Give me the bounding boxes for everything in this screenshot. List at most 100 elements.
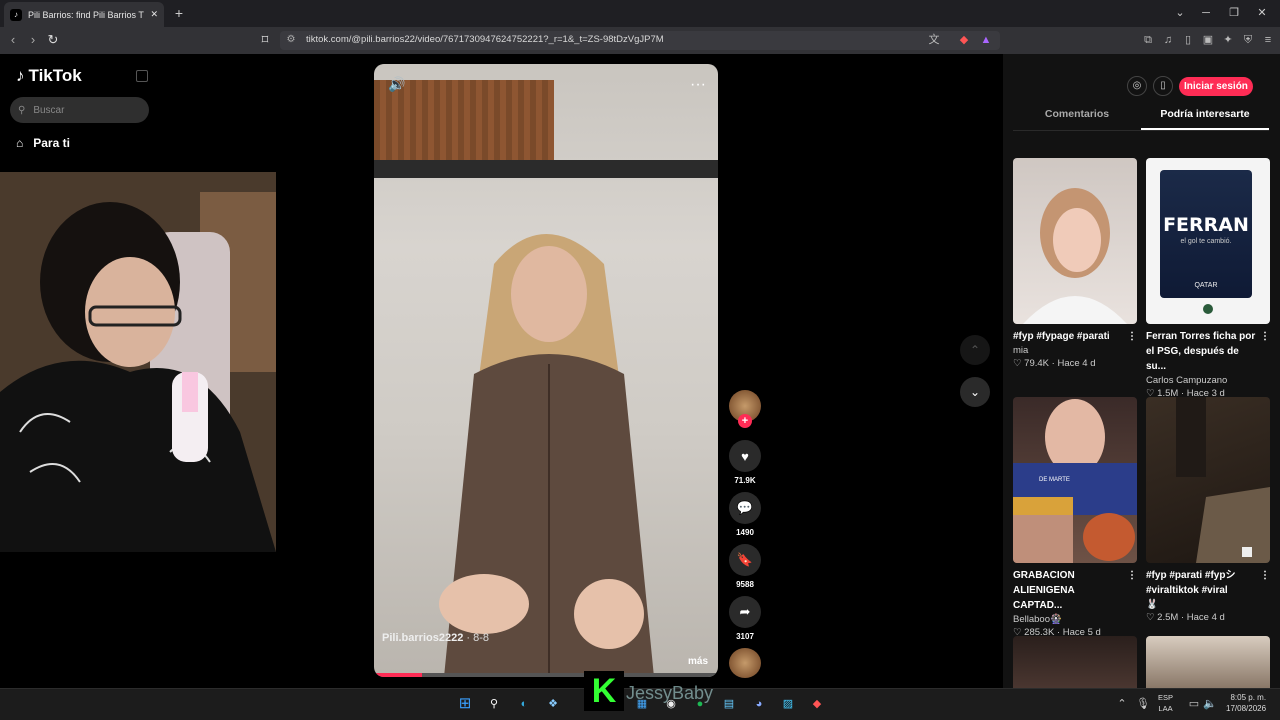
share-action[interactable]: ➦ 3107 xyxy=(729,596,761,641)
url-text[interactable]: tiktok.com/@pili.barrios22/video/7671730… xyxy=(306,34,664,45)
windows-start-icon[interactable]: ⊞ xyxy=(455,694,475,714)
comment-icon[interactable]: 💬 xyxy=(729,492,761,524)
tab-list-icon[interactable]: ⌄ xyxy=(1170,4,1190,22)
nav-para-ti[interactable]: ⌂ Para ti xyxy=(16,136,70,150)
video-card-partial[interactable] xyxy=(1146,636,1270,688)
microphone-icon[interactable]: 🎙 xyxy=(1133,694,1153,714)
system-clock[interactable]: 8:05 p. m. 17/08/2026 xyxy=(1226,692,1266,714)
tiktok-favicon-icon: ♪ xyxy=(10,8,22,21)
video-progress-bar[interactable] xyxy=(374,673,718,677)
more-caption-button[interactable]: más xyxy=(688,656,708,667)
photos-icon[interactable]: ▨ xyxy=(778,694,798,714)
notes-icon[interactable]: ▤ xyxy=(719,694,739,714)
like-action[interactable]: ♥ 71.9K xyxy=(729,440,761,485)
card-menu-icon[interactable]: ⋮ xyxy=(1260,329,1270,374)
reload-icon[interactable]: ↻ xyxy=(44,31,62,49)
maximize-button[interactable]: ❐ xyxy=(1224,4,1244,22)
video-card[interactable]: DE MARTE GRABACION ALIENIGENA CAPTAD... ⋮… xyxy=(1013,397,1137,638)
card-author[interactable]: Carlos Campuzano xyxy=(1146,375,1270,386)
card-author[interactable]: mia xyxy=(1013,345,1137,356)
more-options-icon[interactable]: ··· xyxy=(690,76,706,94)
video-card[interactable]: FERRAN el gol te cambió. QATAR Ferran To… xyxy=(1146,158,1270,399)
vpn-icon[interactable]: ⛨ xyxy=(1240,32,1256,48)
comment-count: 1490 xyxy=(736,528,754,537)
sidebar-icon[interactable]: ▯ xyxy=(1180,32,1196,48)
tab-podria-interesarte[interactable]: Podría interesarte xyxy=(1141,108,1269,130)
video-card-partial[interactable] xyxy=(1013,636,1137,688)
video-card[interactable]: #fyp #parati #fypシ #viraltiktok #viral ⋮ … xyxy=(1146,397,1270,623)
comment-action[interactable]: 💬 1490 xyxy=(729,492,761,537)
video-scene-beam xyxy=(374,160,718,178)
tab-comentarios[interactable]: Comentarios xyxy=(1013,108,1141,130)
save-action[interactable]: 🔖 9588 xyxy=(729,544,761,589)
video-author[interactable]: Pili.barrios2222 · 8-8 xyxy=(382,632,489,644)
tab-divider xyxy=(1013,130,1269,131)
thumbnail-image xyxy=(1023,188,1127,324)
panel-tabs: Comentarios Podría interesarte xyxy=(1013,108,1269,130)
video-thumbnail[interactable] xyxy=(1146,397,1270,563)
card-meta: ♡ 79.4K · Hace 4 d xyxy=(1013,358,1096,369)
bookmark-icon[interactable]: ⌑ xyxy=(256,31,274,49)
thumbnail-heading: FERRAN xyxy=(1163,214,1249,236)
back-icon[interactable]: ‹ xyxy=(4,31,22,49)
thumbnail-subtitle: el gol te cambió. xyxy=(1180,238,1232,245)
leo-icon[interactable]: ✦ xyxy=(1220,32,1236,48)
widgets-icon[interactable]: ❖ xyxy=(543,694,563,714)
extensions-icon[interactable]: ⧉ xyxy=(1140,32,1156,48)
edge-icon[interactable]: ◐ xyxy=(514,694,534,714)
discord-icon[interactable]: ◕ xyxy=(749,694,769,714)
heart-icon[interactable]: ♥ xyxy=(729,440,761,472)
wallet-icon[interactable]: ▣ xyxy=(1200,32,1216,48)
video-thumbnail[interactable]: DE MARTE xyxy=(1013,397,1137,563)
language-indicator[interactable]: ESP LAA xyxy=(1158,692,1173,714)
menu-icon[interactable]: ≡ xyxy=(1260,32,1276,48)
collapse-sidebar-icon[interactable] xyxy=(136,70,148,82)
video-thumbnail[interactable] xyxy=(1013,158,1137,324)
previous-video-button[interactable]: ⌃ xyxy=(960,335,990,365)
mobile-icon[interactable]: ▯ xyxy=(1153,76,1173,96)
brave-shield-icon[interactable]: ◆ xyxy=(956,32,972,48)
lang-bottom: LAA xyxy=(1158,704,1173,713)
volume-tray-icon[interactable]: 🔈 xyxy=(1200,694,1220,714)
brave-rewards-icon[interactable]: ▲ xyxy=(978,32,994,48)
card-author[interactable]: Bellaboo🎡 xyxy=(1013,614,1137,625)
brave-taskbar-icon[interactable]: ◆ xyxy=(807,694,827,714)
tiktok-logo[interactable]: ♪ TikTok xyxy=(16,66,82,86)
card-menu-icon[interactable]: ⋮ xyxy=(1260,568,1270,598)
webcam-image xyxy=(0,172,276,552)
close-window-button[interactable]: ✕ xyxy=(1252,4,1272,22)
forward-icon[interactable]: › xyxy=(24,31,42,49)
sound-disc-icon[interactable] xyxy=(729,648,761,678)
compass-icon[interactable]: ◎ xyxy=(1127,76,1147,96)
login-button[interactable]: Iniciar sesión xyxy=(1179,76,1253,96)
tiktok-note-icon: ♪ xyxy=(16,66,25,85)
thumbnail-poster: FERRAN el gol te cambió. QATAR xyxy=(1160,170,1252,298)
video-subject xyxy=(439,234,654,677)
search-input[interactable] xyxy=(33,104,134,116)
follow-plus-icon[interactable]: + xyxy=(738,414,752,428)
streamer-name-overlay: JessyBaby xyxy=(626,683,714,703)
card-menu-icon[interactable]: ⋮ xyxy=(1127,568,1137,613)
nav-para-ti-label: Para ti xyxy=(33,136,70,150)
video-thumbnail[interactable]: FERRAN el gol te cambió. QATAR xyxy=(1146,158,1270,324)
minimize-button[interactable]: ─ xyxy=(1196,4,1216,22)
close-tab-icon[interactable]: ✕ xyxy=(150,9,158,20)
browser-tab[interactable]: ♪ Pili Barrios: find Pili Barrios Ti ✕ xyxy=(4,2,164,27)
video-player[interactable]: 🔊 ··· Pili.barrios2222 · 8-8 más xyxy=(374,64,718,677)
search-taskbar-icon[interactable]: ⚲ xyxy=(484,694,504,714)
new-tab-button[interactable]: + xyxy=(170,4,188,22)
share-icon[interactable]: ➦ xyxy=(729,596,761,628)
clock-time: 8:05 p. m. xyxy=(1230,693,1267,702)
card-menu-icon[interactable]: ⋮ xyxy=(1127,329,1137,344)
card-author[interactable]: 🐰 xyxy=(1146,599,1270,610)
video-card[interactable]: #fyp #fypage #parati ⋮ mia ♡ 79.4K · Hace… xyxy=(1013,158,1137,369)
tray-chevron-icon[interactable]: ⌃ xyxy=(1112,694,1132,714)
search-bar[interactable]: ⚲ xyxy=(10,97,149,123)
card-title: Ferran Torres ficha por el PSG, después … xyxy=(1146,331,1256,372)
media-icon[interactable]: ♫ xyxy=(1160,32,1176,48)
bookmark-icon[interactable]: 🔖 xyxy=(729,544,761,576)
volume-icon[interactable]: 🔊 xyxy=(388,76,405,93)
translate-icon[interactable]: ⽂ xyxy=(926,32,942,48)
next-video-button[interactable]: ⌄ xyxy=(960,377,990,407)
site-info-icon[interactable]: ⚙ xyxy=(282,31,300,49)
